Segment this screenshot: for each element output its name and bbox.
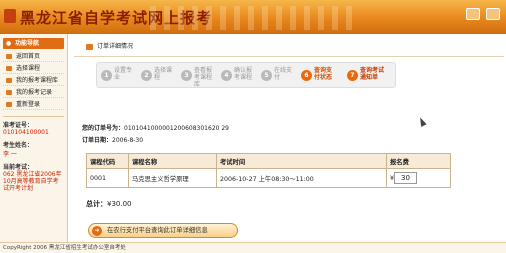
breadcrumb: 订单详细情况 — [86, 42, 133, 52]
footer: CopyRight 2006 黑龙江省招生考试办公室自考处 — [0, 242, 506, 253]
ticket-value: 010104100001 — [3, 129, 49, 136]
sidebar-item-course-library[interactable]: 我的报考课程库 — [3, 75, 64, 86]
sidebar-item-label: 重新登录 — [16, 101, 41, 108]
order-number-value: 0101041000001200608301620 29 — [124, 125, 229, 132]
step-label: 查看报考课程库 — [194, 67, 213, 88]
step-number: 3 — [181, 70, 192, 81]
step-label: 在线支付 — [274, 67, 293, 81]
sidebar-item-select-course[interactable]: 选择课程 — [3, 63, 64, 74]
order-number: 您的订单号为：0101041000001200608301620 29 — [82, 123, 229, 132]
header-decoration — [150, 6, 360, 30]
query-payment-button[interactable]: ➜ 在农行支付平台查询此订单详细信息 — [88, 223, 238, 238]
order-date: 订单日期：2006-8-30 — [82, 135, 143, 144]
step-label: 选择课程 — [154, 67, 173, 81]
col-course-name: 课程名称 — [128, 153, 217, 169]
sidebar-item-label: 返回首页 — [16, 53, 41, 60]
total-label: 总计： — [86, 200, 107, 208]
col-fee: 报名费 — [386, 153, 451, 169]
home-icon[interactable] — [466, 8, 480, 20]
step-number: 6 — [301, 70, 312, 81]
order-date-label: 订单日期： — [82, 137, 113, 144]
sidebar-item-records[interactable]: 我的报考记录 — [3, 87, 64, 98]
order-date-value: 2006-8-30 — [112, 137, 144, 144]
student-info: 准考证号： 010104100001 考生姓名： 李 一 当前考试： 062 黑… — [3, 116, 64, 192]
arrow-icon — [6, 78, 12, 83]
arrow-icon — [6, 66, 12, 71]
document-icon — [86, 43, 93, 50]
cell-exam-time: 2006-10-27 上午08:30～11:00 — [216, 168, 387, 188]
step-number: 5 — [261, 70, 272, 81]
table-header-row: 课程代码 课程名称 考试时间 报名费 — [86, 153, 451, 169]
arrow-icon — [6, 102, 12, 107]
sidebar: 功能导航 返回首页 选择课程 我的报考课程库 我的报考记录 重新登录 准考证号：… — [0, 34, 68, 242]
step-number: 4 — [221, 70, 232, 81]
query-payment-label: 在农行支付平台查询此订单详细信息 — [107, 227, 208, 234]
step-number: 7 — [347, 70, 358, 81]
divider — [74, 56, 504, 57]
sidebar-item-home[interactable]: 返回首页 — [3, 51, 64, 62]
exam-value: 062 黑龙江省2006年10月高等教育自学考试开考计划 — [3, 171, 62, 192]
name-value: 李 一 — [3, 151, 17, 158]
table-row: 0001 马克思主义哲学原理 2006-10-27 上午08:30～11:00 … — [86, 168, 451, 188]
col-course-code: 课程代码 — [86, 153, 129, 169]
col-exam-time: 考试时间 — [216, 153, 387, 169]
breadcrumb-label: 订单详细情况 — [97, 43, 134, 50]
step-number: 2 — [141, 70, 152, 81]
arrow-right-icon: ➜ — [92, 226, 102, 236]
order-total: 总计：¥30.00 — [86, 199, 132, 209]
cell-course-name: 马克思主义哲学原理 — [128, 168, 217, 188]
step-number: 1 — [101, 70, 112, 81]
mail-icon[interactable] — [486, 8, 500, 20]
exam-label: 当前考试： — [3, 164, 34, 171]
step-label: 查询支付状态 — [314, 67, 333, 81]
arrow-icon — [6, 54, 12, 59]
fee-value: 30 — [394, 172, 417, 184]
ticket-label: 准考证号： — [3, 122, 34, 129]
arrow-icon — [6, 90, 12, 95]
sidebar-item-label: 我的报考课程库 — [16, 77, 59, 84]
step-label: 查询考试通知单 — [360, 67, 385, 81]
main-content: 订单详细情况 1 设置专业 2 选择课程 3 查看报考课程库 4 确认报考课程 5 在线支… — [74, 34, 504, 242]
sidebar-item-label: 我的报考记录 — [16, 89, 53, 96]
total-value: ¥30.00 — [107, 200, 132, 208]
step-label: 设置专业 — [114, 67, 133, 81]
cell-fee: ¥30 — [386, 168, 451, 188]
sidebar-item-relogin[interactable]: 重新登录 — [3, 99, 64, 110]
sidebar-item-label: 选择课程 — [16, 65, 41, 72]
cell-course-code: 0001 — [86, 168, 129, 188]
name-label: 考生姓名： — [3, 142, 34, 149]
header-bar: 黑龙江省自学考试网上报考 — [0, 0, 506, 34]
progress-steps: 1 设置专业 2 选择课程 3 查看报考课程库 4 确认报考课程 5 在线支付 6 查询支付… — [96, 62, 396, 88]
logo-icon — [4, 9, 16, 23]
step-label: 确认报考课程 — [234, 67, 253, 81]
order-number-label: 您的订单号为： — [82, 125, 125, 132]
nav-title: 功能导航 — [3, 38, 64, 49]
order-table: 课程代码 课程名称 考试时间 报名费 0001 马克思主义哲学原理 2006-1… — [86, 153, 451, 188]
